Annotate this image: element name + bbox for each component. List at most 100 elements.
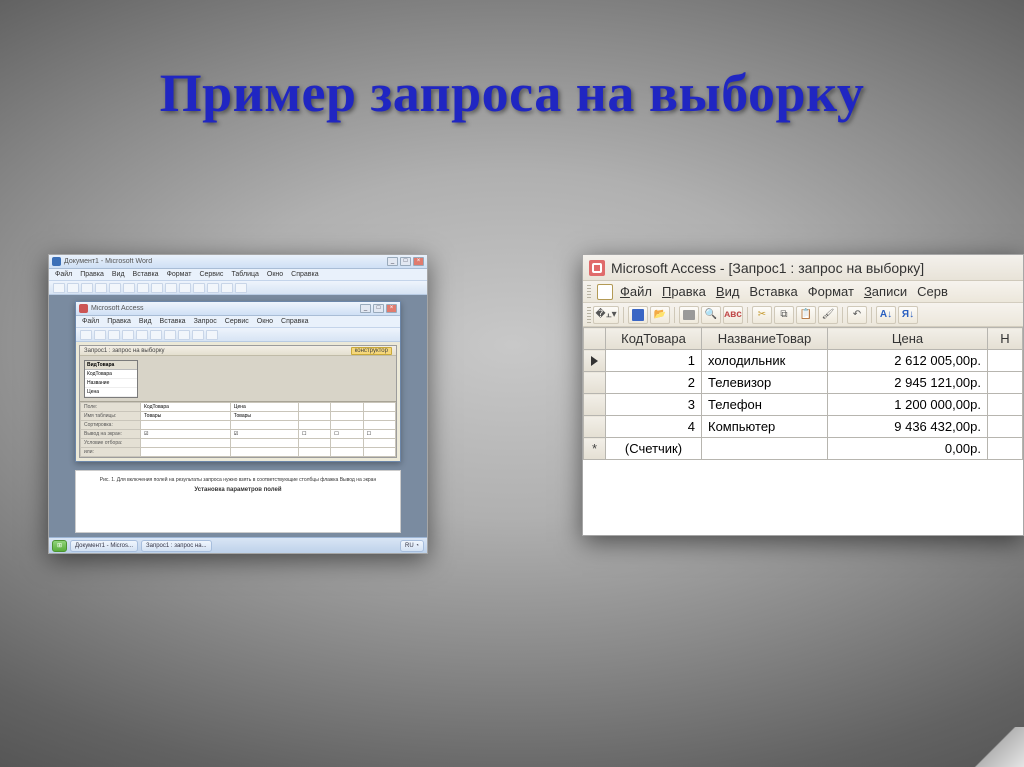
cell-price[interactable]: 2 612 005,00р. xyxy=(828,350,988,372)
cell-extra[interactable] xyxy=(988,416,1023,438)
cell-price[interactable]: 1 200 000,00р. xyxy=(828,394,988,416)
datasheet-table[interactable]: КодТовара НазваниеТовар Цена Н 1 холодил… xyxy=(583,327,1023,460)
grid-cell[interactable] xyxy=(331,403,363,412)
grid-cell[interactable]: ☑ xyxy=(230,430,298,439)
grid-cell[interactable] xyxy=(141,421,231,430)
menu-item[interactable]: Вставка xyxy=(160,318,186,325)
grid-cell[interactable]: ☑ xyxy=(141,430,231,439)
start-button[interactable]: ⊞ xyxy=(52,540,67,552)
table-row[interactable]: 4 Компьютер 9 436 432,00р. xyxy=(584,416,1023,438)
view-button[interactable]: �⫠▾ xyxy=(593,306,619,324)
toolbar-button[interactable] xyxy=(192,330,204,340)
toolbar-button[interactable] xyxy=(67,283,79,293)
spellcheck-button[interactable]: ᴀʙᴄ xyxy=(723,306,743,324)
table-field[interactable]: Цена xyxy=(85,388,137,397)
grid-cell[interactable] xyxy=(363,421,395,430)
toolbar-button[interactable] xyxy=(81,283,93,293)
grid-cell[interactable]: Товары xyxy=(230,412,298,421)
toolbar-button[interactable] xyxy=(206,330,218,340)
menu-item[interactable]: Вид xyxy=(139,318,152,325)
table-field[interactable]: Название xyxy=(85,379,137,388)
toolbar-button[interactable] xyxy=(164,330,176,340)
menu-item[interactable]: Файл xyxy=(55,271,72,278)
cell-extra[interactable] xyxy=(988,372,1023,394)
grid-cell[interactable]: ☐ xyxy=(298,430,330,439)
row-selector[interactable] xyxy=(584,394,606,416)
grid-cell[interactable] xyxy=(298,403,330,412)
menu-view[interactable]: Вид xyxy=(713,284,743,299)
toolbar-button[interactable] xyxy=(108,330,120,340)
table-row[interactable]: 1 холодильник 2 612 005,00р. xyxy=(584,350,1023,372)
table-row[interactable]: 3 Телефон 1 200 000,00р. xyxy=(584,394,1023,416)
menu-edit[interactable]: Правка xyxy=(659,284,709,299)
column-header-extra[interactable]: Н xyxy=(988,328,1023,350)
tray[interactable]: RU ◔ xyxy=(400,540,424,552)
grid-cell[interactable] xyxy=(363,439,395,448)
menu-item[interactable]: Сервис xyxy=(225,318,249,325)
row-selector[interactable] xyxy=(584,372,606,394)
grid-cell[interactable] xyxy=(230,439,298,448)
grid-cell[interactable] xyxy=(331,439,363,448)
cell-id[interactable]: 3 xyxy=(606,394,702,416)
maximize-button[interactable]: □ xyxy=(373,304,384,313)
menu-item[interactable]: Вставка xyxy=(133,271,159,278)
open-button[interactable]: 📂 xyxy=(650,306,670,324)
toolbar-button[interactable] xyxy=(235,283,247,293)
toolbar-button[interactable] xyxy=(53,283,65,293)
grid-cell[interactable]: ☐ xyxy=(363,430,395,439)
column-header-price[interactable]: Цена xyxy=(828,328,988,350)
cell-name[interactable] xyxy=(702,438,828,460)
menu-item[interactable]: Вид xyxy=(112,271,125,278)
cell-name[interactable]: Телефон xyxy=(702,394,828,416)
grid-cell[interactable] xyxy=(298,448,330,457)
save-button[interactable] xyxy=(628,306,648,324)
cell-name[interactable]: Компьютер xyxy=(702,416,828,438)
cell-id[interactable]: 2 xyxy=(606,372,702,394)
toolbar-button[interactable] xyxy=(179,283,191,293)
row-selector[interactable]: * xyxy=(584,438,606,460)
row-selector[interactable] xyxy=(584,416,606,438)
table-field[interactable]: КодТовара xyxy=(85,370,137,379)
menu-insert[interactable]: Вставка xyxy=(746,284,800,299)
menu-service[interactable]: Серв xyxy=(914,284,951,299)
toolbar-button[interactable] xyxy=(165,283,177,293)
grid-cell[interactable] xyxy=(298,439,330,448)
menu-item[interactable]: Запрос xyxy=(194,318,217,325)
menu-format[interactable]: Формат xyxy=(805,284,857,299)
toolbar-button[interactable] xyxy=(137,283,149,293)
cell-name[interactable]: Телевизор xyxy=(702,372,828,394)
grid-cell[interactable] xyxy=(141,448,231,457)
toolbar-button[interactable] xyxy=(123,283,135,293)
toolbar-button[interactable] xyxy=(178,330,190,340)
grid-cell[interactable] xyxy=(363,412,395,421)
preview-button[interactable]: 🔍 xyxy=(701,306,721,324)
column-header-name[interactable]: НазваниеТовар xyxy=(702,328,828,350)
menu-item[interactable]: Файл xyxy=(82,318,99,325)
grid-cell[interactable]: Цена xyxy=(230,403,298,412)
grid-cell[interactable] xyxy=(363,448,395,457)
undo-button[interactable]: ↶ xyxy=(847,306,867,324)
paste-button[interactable]: 📋 xyxy=(796,306,816,324)
toolbar-button[interactable] xyxy=(122,330,134,340)
taskbar-item[interactable]: Запрос1 : запрос на... xyxy=(141,540,212,552)
cell-price[interactable]: 2 945 121,00р. xyxy=(828,372,988,394)
menu-item[interactable]: Окно xyxy=(257,318,273,325)
grid-cell[interactable] xyxy=(331,412,363,421)
grid-cell[interactable] xyxy=(363,403,395,412)
toolbar-button[interactable] xyxy=(95,283,107,293)
cell-id[interactable]: 4 xyxy=(606,416,702,438)
menu-records[interactable]: Записи xyxy=(861,284,910,299)
close-button[interactable]: × xyxy=(386,304,397,313)
format-painter-button[interactable]: 🖌 xyxy=(818,306,838,324)
taskbar-item[interactable]: Документ1 - Micros... xyxy=(70,540,138,552)
menu-item[interactable]: Таблица xyxy=(231,271,258,278)
toolbar-button[interactable] xyxy=(221,283,233,293)
toolbar-button[interactable] xyxy=(94,330,106,340)
copy-button[interactable]: ⧉ xyxy=(774,306,794,324)
menu-item[interactable]: Справка xyxy=(281,318,308,325)
cell-price[interactable]: 0,00р. xyxy=(828,438,988,460)
toolbar-button[interactable] xyxy=(109,283,121,293)
toolbar-button[interactable] xyxy=(151,283,163,293)
grid-cell[interactable] xyxy=(230,421,298,430)
grid-cell[interactable] xyxy=(141,439,231,448)
